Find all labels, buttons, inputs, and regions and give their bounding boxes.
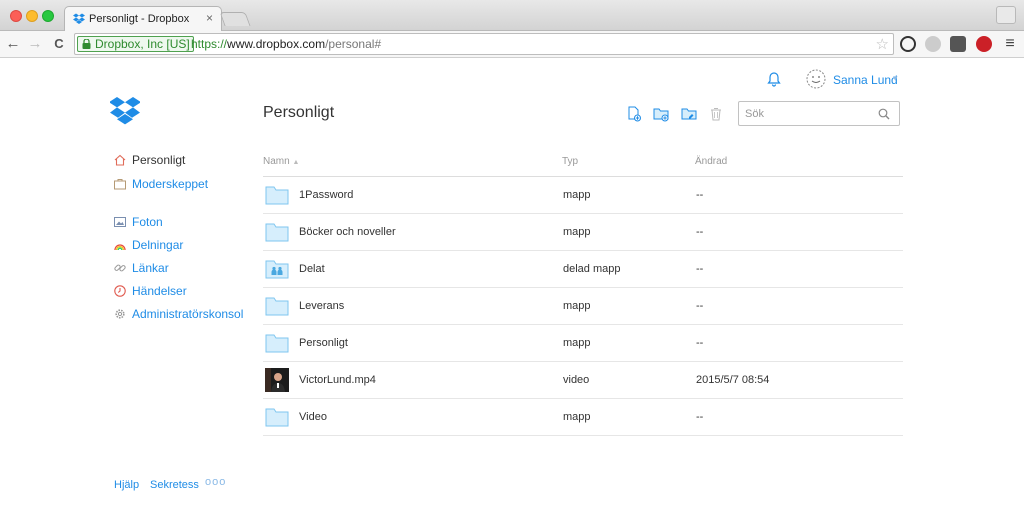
photos-icon <box>114 217 126 227</box>
delete-trash-icon[interactable] <box>708 106 724 122</box>
briefcase-icon <box>114 179 126 190</box>
sidebar-item-label: Personligt <box>132 153 186 167</box>
table-row[interactable]: VictorLund.mp4 video 2015/5/7 08:54 <box>263 362 903 399</box>
notifications-bell-icon[interactable] <box>766 71 782 87</box>
dropbox-logo[interactable] <box>110 97 140 125</box>
file-modified: -- <box>696 337 704 349</box>
profile-icon[interactable] <box>996 6 1016 24</box>
page-title: Personligt <box>263 104 335 121</box>
file-modified: -- <box>696 411 704 423</box>
upload-file-icon[interactable] <box>626 106 642 122</box>
search-box[interactable] <box>738 101 900 126</box>
rainbow-icon <box>114 244 126 251</box>
file-type: mapp <box>563 337 591 349</box>
table-row[interactable]: Delat delad mapp -- <box>263 251 903 288</box>
file-name[interactable]: Böcker och noveller <box>299 226 396 238</box>
url-text[interactable]: https://www.dropbox.com/personal# <box>191 37 381 51</box>
close-window-button[interactable] <box>10 10 22 22</box>
zoom-window-button[interactable] <box>42 10 54 22</box>
browser-titlebar: Personligt - Dropbox × <box>0 0 1024 32</box>
file-type: mapp <box>563 189 591 201</box>
link-icon <box>114 264 126 272</box>
table-row[interactable]: Leverans mapp -- <box>263 288 903 325</box>
footer-privacy-link[interactable]: Sekretess <box>150 479 199 491</box>
user-name-menu[interactable]: Sanna Lund <box>833 73 898 87</box>
back-icon[interactable]: ← <box>4 35 22 53</box>
address-bar[interactable]: Dropbox, Inc [US] https://www.dropbox.co… <box>74 33 894 55</box>
ev-certificate-badge[interactable]: Dropbox, Inc [US] <box>77 36 194 52</box>
column-header-label: Namn <box>263 156 290 167</box>
footer-help-link[interactable]: Hjälp <box>114 479 139 491</box>
video-thumbnail <box>265 368 289 392</box>
sidebar-item-label: Länkar <box>132 261 169 275</box>
browser-tab[interactable]: Personligt - Dropbox × <box>64 6 222 32</box>
file-type: mapp <box>563 300 591 312</box>
browser-toolbar: ← → C Dropbox, Inc [US] https://www.drop… <box>0 31 1024 58</box>
menu-icon[interactable]: ≡ <box>1001 35 1019 53</box>
dropbox-favicon-icon <box>73 13 85 24</box>
file-type: mapp <box>563 411 591 423</box>
file-modified: -- <box>696 189 704 201</box>
file-modified: -- <box>696 226 704 238</box>
file-name[interactable]: Delat <box>299 263 325 275</box>
column-header-modified[interactable]: Ändrad <box>695 156 727 167</box>
file-modified: -- <box>696 300 704 312</box>
evernote-extension-icon[interactable] <box>950 36 966 52</box>
file-modified: -- <box>696 263 704 275</box>
url-host: www.dropbox.com <box>227 37 326 51</box>
bookmark-star-icon[interactable]: ☆ <box>876 35 889 53</box>
file-name[interactable]: Personligt <box>299 337 348 349</box>
file-type: video <box>563 374 590 386</box>
reload-icon[interactable]: C <box>50 35 68 53</box>
avatar[interactable] <box>806 69 826 89</box>
folder-icon <box>265 297 289 316</box>
1password-extension-icon[interactable] <box>900 36 916 52</box>
sidebar-item-label: Händelser <box>132 284 187 298</box>
file-modified: 2015/5/7 08:54 <box>696 374 770 386</box>
file-name[interactable]: Video <box>299 411 327 423</box>
sidebar-item-label: Administratörskonsol <box>132 307 244 321</box>
table-row[interactable]: Böcker och noveller mapp -- <box>263 214 903 251</box>
chevron-down-icon[interactable]: ▾ <box>893 73 898 84</box>
table-row[interactable]: 1Password mapp -- <box>263 177 903 214</box>
table-row[interactable]: Personligt mapp -- <box>263 325 903 362</box>
folder-icon <box>265 408 289 427</box>
folder-icon <box>265 223 289 242</box>
column-header-type[interactable]: Typ <box>562 156 578 167</box>
forward-icon[interactable]: → <box>26 35 44 53</box>
tab-title: Personligt - Dropbox <box>89 13 190 25</box>
ev-certificate-label: Dropbox, Inc [US] <box>95 37 190 51</box>
clock-icon <box>114 285 126 297</box>
file-name[interactable]: 1Password <box>299 189 353 201</box>
sidebar-item-label: Moderskeppet <box>132 177 209 191</box>
lock-icon <box>82 39 91 49</box>
sidebar-item-label: Foton <box>132 215 163 229</box>
home-icon <box>114 154 126 166</box>
file-type: delad mapp <box>563 263 621 275</box>
new-folder-icon[interactable] <box>653 106 669 122</box>
pinterest-extension-icon[interactable] <box>976 36 992 52</box>
ghostery-extension-icon[interactable] <box>925 36 941 52</box>
folder-icon <box>265 334 289 353</box>
search-icon[interactable] <box>878 108 890 120</box>
folder-icon <box>265 186 289 205</box>
new-shared-folder-icon[interactable] <box>681 106 697 122</box>
url-path: /personal# <box>325 37 382 51</box>
sidebar-item-label: Delningar <box>132 238 184 252</box>
shared-folder-icon <box>265 260 289 279</box>
footer-more-menu[interactable]: ooo <box>205 476 226 488</box>
file-type: mapp <box>563 226 591 238</box>
new-tab-button[interactable] <box>219 12 251 26</box>
minimize-window-button[interactable] <box>26 10 38 22</box>
sort-ascending-icon: ▲ <box>292 159 300 166</box>
column-header-name[interactable]: Namn ▲ <box>263 156 299 167</box>
search-input[interactable] <box>745 106 875 122</box>
file-name[interactable]: VictorLund.mp4 <box>299 374 376 386</box>
url-scheme: https:// <box>191 37 228 51</box>
table-row[interactable]: Video mapp -- <box>263 399 903 436</box>
file-name[interactable]: Leverans <box>299 300 344 312</box>
gear-icon <box>115 309 125 319</box>
tab-close-icon[interactable]: × <box>206 11 213 25</box>
